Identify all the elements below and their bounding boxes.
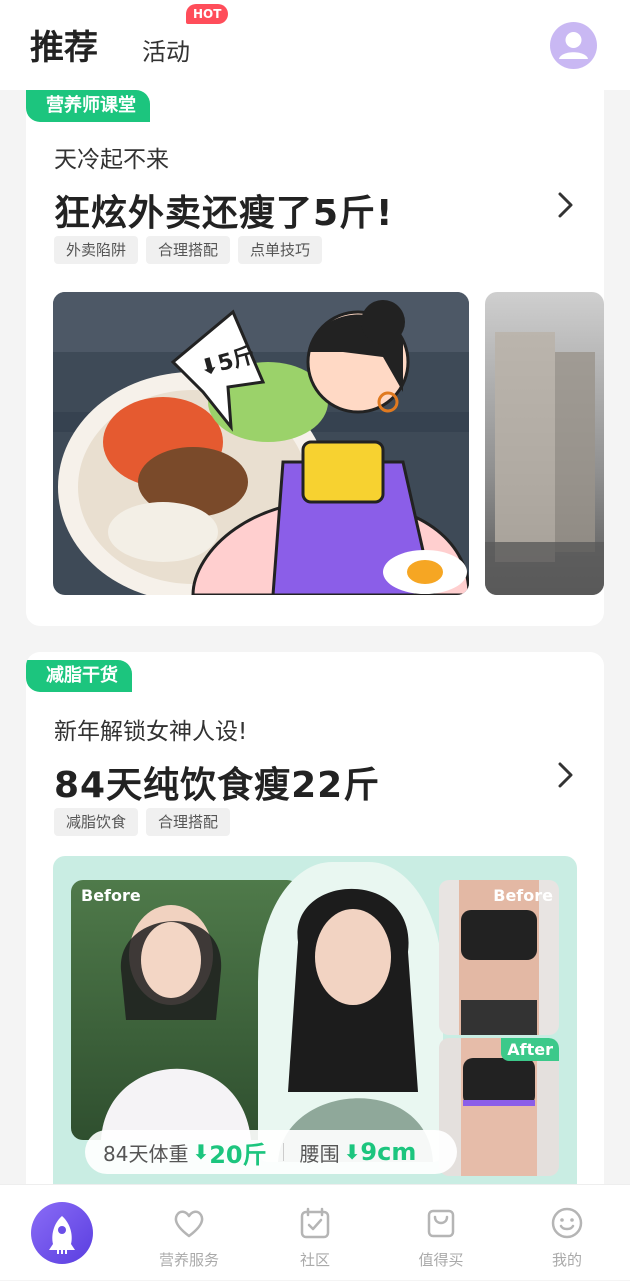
category-label: 减脂干货 bbox=[26, 660, 132, 692]
card-title: 狂炫外卖还瘦了5斤! bbox=[54, 193, 394, 234]
nav-community[interactable]: 社区 bbox=[255, 1185, 375, 1281]
category-label: 营养师课堂 bbox=[26, 90, 150, 122]
before-photo-right: Before bbox=[439, 880, 559, 1035]
nav-label: 社区 bbox=[299, 1251, 330, 1269]
before-label: Before bbox=[81, 886, 141, 905]
stats-pill: 84天体重 ⬇ 20斤 腰围 ⬇ 9cm bbox=[85, 1130, 457, 1174]
chip-list: 减脂饮食 合理搭配 bbox=[54, 808, 231, 836]
heart-icon bbox=[174, 1210, 204, 1238]
nav-worth-buying[interactable]: 值得买 bbox=[381, 1185, 501, 1281]
article-card-2[interactable]: 减脂干货 新年解锁女神人设! 84天纯饮食瘦22斤 减脂饮食 合理搭配 Befo… bbox=[26, 652, 604, 1212]
chip[interactable]: 外卖陷阱 bbox=[54, 236, 139, 264]
chevron-right-icon[interactable] bbox=[556, 760, 576, 790]
before-label: Before bbox=[493, 886, 553, 905]
waist-value: 9cm bbox=[360, 1138, 417, 1166]
article-card-1[interactable]: 营养师课堂 天冷起不来 狂炫外卖还瘦了5斤! 外卖陷阱 合理搭配 点单技巧 ⬇5… bbox=[26, 60, 604, 626]
divider bbox=[282, 1143, 284, 1161]
article-cover-image[interactable]: ⬇5斤 bbox=[53, 292, 469, 595]
nav-label: 营养服务 bbox=[158, 1251, 219, 1269]
weight-value: 20斤 bbox=[209, 1140, 267, 1169]
rocket-home-icon[interactable] bbox=[31, 1202, 93, 1264]
nav-mine[interactable]: 我的 bbox=[507, 1185, 627, 1281]
calendar-check-icon bbox=[300, 1207, 330, 1239]
person-photo bbox=[278, 888, 433, 1162]
smiley-icon bbox=[551, 1207, 583, 1239]
nav-nutrition-service[interactable]: 营养服务 bbox=[129, 1185, 249, 1281]
tab-activity[interactable]: 活动 bbox=[142, 32, 190, 67]
bottom-navigation: 营养服务 社区 值得买 我的 bbox=[0, 1184, 630, 1280]
chip[interactable]: 减脂饮食 bbox=[54, 808, 139, 836]
food-illustration bbox=[53, 292, 469, 595]
user-avatar-icon[interactable] bbox=[550, 22, 597, 69]
after-photo-center bbox=[258, 862, 443, 1162]
waist-label: 腰围 bbox=[299, 1141, 340, 1166]
card-subtitle: 新年解锁女神人设! bbox=[54, 719, 248, 745]
shopping-bag-icon bbox=[427, 1209, 455, 1238]
card-title: 84天纯饮食瘦22斤 bbox=[54, 765, 381, 806]
nav-label: 我的 bbox=[551, 1251, 582, 1269]
weight-label: 84天体重 bbox=[103, 1141, 189, 1166]
chip[interactable]: 合理搭配 bbox=[146, 236, 231, 264]
nav-label: 值得买 bbox=[418, 1251, 464, 1269]
down-arrow-icon: ⬇ bbox=[192, 1140, 210, 1164]
before-after-image[interactable]: Before Before After 84天体重 ⬇ 20斤 腰围 ⬇ 9cm bbox=[53, 856, 577, 1212]
next-cover-image-peek[interactable] bbox=[485, 292, 604, 595]
chip-list: 外卖陷阱 合理搭配 点单技巧 bbox=[54, 236, 323, 264]
after-label: After bbox=[501, 1038, 559, 1061]
down-arrow-icon: ⬇ bbox=[343, 1140, 361, 1164]
tab-recommend[interactable]: 推荐 bbox=[30, 20, 98, 69]
chip[interactable]: 点单技巧 bbox=[238, 236, 323, 264]
after-photo-right: After bbox=[439, 1038, 559, 1176]
blurred-building-image bbox=[485, 332, 604, 595]
hot-badge: HOT bbox=[186, 4, 229, 24]
card-subtitle: 天冷起不来 bbox=[54, 147, 169, 173]
chip[interactable]: 合理搭配 bbox=[146, 808, 231, 836]
chevron-right-icon[interactable] bbox=[556, 190, 576, 220]
top-header: 推荐 活动 HOT bbox=[0, 0, 630, 90]
